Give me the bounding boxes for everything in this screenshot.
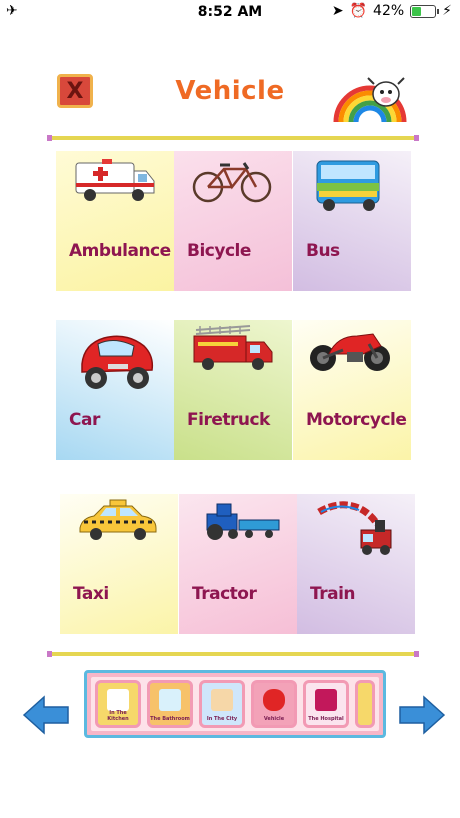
battery-icon — [410, 4, 440, 18]
motorcycle-icon — [310, 333, 390, 371]
category-thumb-vehicle[interactable]: Vehicle — [251, 680, 297, 728]
category-label-hospital: The Hospital — [308, 716, 344, 722]
rainbow-mascot-icon[interactable] — [330, 68, 410, 124]
vehicle-label-tractor: Tractor — [192, 584, 257, 604]
nurse-icon — [315, 689, 337, 711]
category-carousel[interactable]: In The Kitchen The Bathroom In The City … — [84, 670, 386, 738]
hourglass-icon — [107, 689, 129, 711]
category-label-kitchen: In The Kitchen — [107, 710, 129, 722]
category-label-bathroom: The Bathroom — [150, 716, 190, 722]
vehicle-card-bus[interactable]: Bus — [293, 151, 411, 291]
vehicle-card-firetruck[interactable]: Firetruck — [174, 320, 292, 460]
bottom-divider — [47, 651, 419, 657]
vehicle-label-ambulance: Ambulance — [69, 241, 171, 261]
category-thumb-hospital[interactable]: The Hospital — [303, 680, 349, 728]
vehicle-label-taxi: Taxi — [73, 584, 109, 604]
category-label-city: In The City — [206, 716, 238, 722]
firetruck-icon — [193, 325, 273, 370]
vehicle-card-taxi[interactable]: Taxi — [60, 494, 178, 634]
vehicle-card-ambulance[interactable]: Ambulance — [56, 151, 174, 291]
category-label-vehicle: Vehicle — [263, 716, 285, 722]
bicycle-icon — [192, 162, 272, 203]
train-icon — [317, 501, 392, 555]
vehicle-label-motorcycle: Motorcycle — [306, 410, 407, 430]
vehicle-card-bicycle[interactable]: Bicycle — [174, 151, 292, 291]
location-icon: ➤ — [331, 3, 344, 19]
car-thumb-icon — [263, 689, 285, 711]
vehicle-label-bicycle: Bicycle — [187, 241, 251, 261]
vehicle-card-car[interactable]: Car — [56, 320, 174, 460]
charging-icon: ⚡ — [442, 3, 452, 19]
sink-icon — [159, 689, 181, 711]
vehicle-card-motorcycle[interactable]: Motorcycle — [293, 320, 411, 460]
tractor-icon — [206, 503, 280, 540]
house-icon — [211, 689, 233, 711]
ambulance-icon — [75, 159, 155, 201]
vehicle-label-bus: Bus — [306, 241, 340, 261]
taxi-icon — [79, 499, 157, 540]
battery-percent: 42% — [373, 3, 405, 19]
status-bar: ✈ 8:52 AM ➤ ⏰ 42% ⚡ — [0, 0, 460, 24]
category-thumb-bathroom[interactable]: The Bathroom — [147, 680, 193, 728]
vehicle-label-firetruck: Firetruck — [187, 410, 270, 430]
category-thumb-kitchen[interactable]: In The Kitchen — [95, 680, 141, 728]
vehicle-card-tractor[interactable]: Tractor — [179, 494, 297, 634]
top-divider — [47, 135, 419, 141]
status-right: ➤ ⏰ 42% ⚡ — [332, 3, 452, 19]
car-icon — [81, 335, 154, 389]
previous-arrow-icon[interactable] — [22, 695, 70, 735]
category-thumb-city[interactable]: In The City — [199, 680, 245, 728]
category-thumb-partial[interactable] — [355, 680, 375, 728]
alarm-icon: ⏰ — [349, 3, 368, 19]
bus-icon — [316, 160, 380, 211]
vehicle-label-train: Train — [310, 584, 356, 604]
next-arrow-icon[interactable] — [398, 695, 446, 735]
vehicle-card-train[interactable]: Train — [297, 494, 415, 634]
vehicle-label-car: Car — [69, 410, 100, 430]
category-carousel-track: In The Kitchen The Bathroom In The City … — [91, 677, 379, 731]
